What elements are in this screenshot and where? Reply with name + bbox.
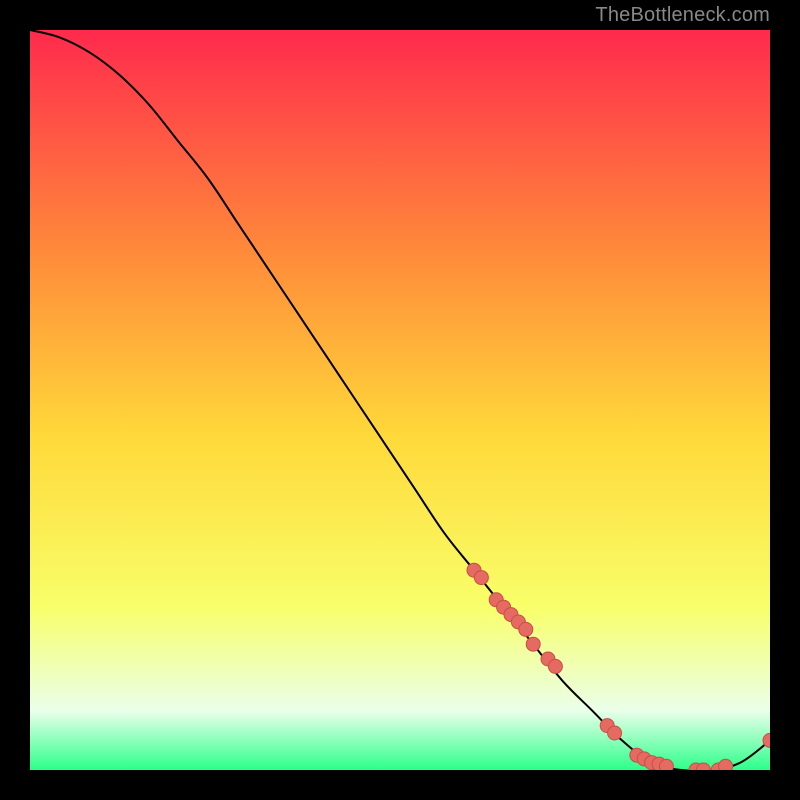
data-marker (608, 726, 622, 740)
data-marker (659, 759, 673, 770)
data-marker (548, 659, 562, 673)
gradient-background (30, 30, 770, 770)
plot-area (30, 30, 770, 770)
data-marker (719, 759, 733, 770)
chart-stage: TheBottleneck.com (0, 0, 800, 800)
chart-svg (30, 30, 770, 770)
data-marker (474, 571, 488, 585)
data-marker (526, 637, 540, 651)
watermark-label: TheBottleneck.com (595, 4, 770, 27)
data-marker (519, 622, 533, 636)
